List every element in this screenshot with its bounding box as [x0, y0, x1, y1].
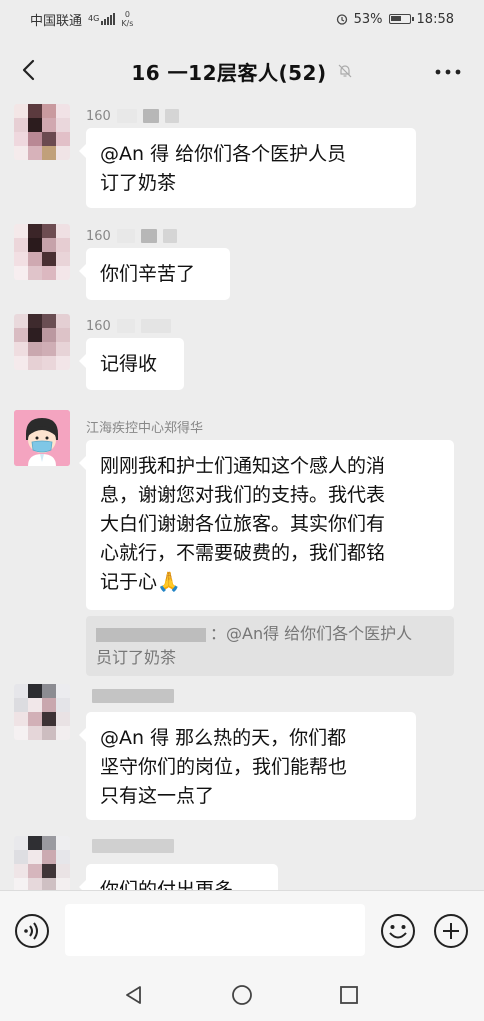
sender-name: 160 — [86, 106, 179, 126]
sender-name-text: 160 — [86, 228, 111, 244]
signal-icon — [101, 13, 116, 25]
sender-name: 160 — [86, 226, 177, 246]
sender-name — [86, 686, 174, 706]
message-bubble[interactable]: 你们辛苦了 — [79, 248, 230, 300]
status-right: 53% 18:58 — [336, 12, 454, 27]
message-bubble[interactable]: 你们的付出更多 — [79, 864, 278, 890]
message-bubble[interactable]: @An 得 给你们各个医护人员 订了奶茶 — [79, 128, 416, 208]
message-text-line: 你们的付出更多 — [100, 879, 234, 890]
message-text-line: @An 得 给你们各个医护人员 — [100, 143, 347, 165]
input-bar — [0, 890, 484, 970]
avatar[interactable] — [14, 836, 70, 890]
status-bar: 中国联通 4G 0 K/s 53% 18:58 — [0, 0, 484, 38]
sender-name-text: 160 — [86, 318, 111, 334]
message-list[interactable]: 160 @An 得 给你们各个医护人员 订了奶茶 160 你们辛苦了 160 记… — [0, 104, 484, 890]
more-options-icon[interactable] — [434, 68, 462, 76]
network-speed: 0 K/s — [121, 10, 133, 28]
message-bubble[interactable]: 记得收 — [79, 338, 184, 390]
sender-name: 江海疾控中心郑得华 — [86, 416, 203, 436]
message-text-line: 订了奶茶 — [100, 172, 177, 194]
quote-text-line: ：@An得 给你们各个医护人 — [210, 624, 413, 643]
voice-input-icon[interactable] — [14, 913, 50, 949]
battery-icon — [388, 14, 414, 24]
message-text-line: 大白们谢谢各位旅客。其实你们有 — [100, 513, 386, 535]
message-item: 江海疾控中心郑得华 刚刚我和护士们通知这个感人的消 息，谢谢您对我们的支持。我代… — [0, 410, 484, 680]
chat-title: 16 一12层客人(52) — [131, 60, 327, 85]
quote-sender-redacted — [96, 627, 206, 642]
quoted-message[interactable]: ：@An得 给你们各个医护人 员订了奶茶 — [86, 616, 454, 676]
quote-text-line: 员订了奶茶 — [96, 648, 177, 667]
message-text-line: 刚刚我和护士们通知这个感人的消 — [100, 455, 386, 477]
avatar[interactable] — [14, 410, 70, 466]
message-text-line: @An 得 那么热的天，你们都 — [100, 727, 347, 749]
message-bubble[interactable]: @An 得 那么热的天，你们都 坚守你们的岗位，我们能帮也 只有这一点了 — [79, 712, 416, 820]
nav-back-icon[interactable] — [122, 983, 146, 1007]
doctor-cartoon-icon — [14, 410, 70, 466]
carrier-label: 中国联通 — [30, 13, 83, 29]
system-nav-bar — [0, 970, 484, 1021]
sender-name: 160 — [86, 316, 171, 336]
emoji-icon[interactable] — [380, 913, 416, 949]
sender-name-text: 160 — [86, 108, 111, 124]
message-item: 160 记得收 — [0, 314, 484, 394]
back-arrow-icon[interactable] — [18, 58, 42, 82]
message-item: 160 @An 得 给你们各个医护人员 订了奶茶 — [0, 104, 484, 212]
sender-name-text: 江海疾控中心郑得华 — [86, 420, 204, 436]
message-item: 你们的付出更多 — [0, 836, 484, 890]
clock: 18:58 — [416, 11, 454, 27]
plus-icon[interactable] — [433, 913, 469, 949]
message-text-line: 你们辛苦了 — [100, 263, 196, 285]
mute-bell-icon — [338, 64, 352, 78]
message-input[interactable] — [65, 904, 365, 956]
message-item: 160 你们辛苦了 — [0, 224, 484, 304]
nav-recents-icon[interactable] — [337, 983, 361, 1007]
quote-line: ：@An得 给你们各个医护人 — [96, 622, 444, 646]
message-text-line: 息，谢谢您对我们的支持。我代表 — [100, 484, 386, 506]
network-speed-unit: K/s — [121, 19, 134, 28]
alarm-icon — [336, 14, 347, 25]
message-text-line: 记于心🙏 — [100, 571, 181, 593]
message-text-line: 记得收 — [100, 353, 158, 375]
nav-home-icon[interactable] — [230, 983, 254, 1007]
status-left: 中国联通 4G 0 K/s — [30, 10, 133, 29]
message-text-line: 坚守你们的岗位，我们能帮也 — [100, 756, 348, 778]
avatar[interactable] — [14, 314, 70, 370]
message-item: @An 得 那么热的天，你们都 坚守你们的岗位，我们能帮也 只有这一点了 — [0, 684, 484, 824]
avatar[interactable] — [14, 224, 70, 280]
avatar[interactable] — [14, 104, 70, 160]
sender-name — [86, 836, 174, 856]
message-text-line: 只有这一点了 — [100, 785, 215, 807]
avatar[interactable] — [14, 684, 70, 740]
message-bubble[interactable]: 刚刚我和护士们通知这个感人的消 息，谢谢您对我们的支持。我代表 大白们谢谢各位旅… — [79, 440, 454, 610]
battery-percent: 53% — [353, 11, 383, 27]
network-speed-value: 0 — [124, 10, 130, 19]
chat-header: 16 一12层客人(52) — [0, 38, 484, 104]
message-text-line: 心就行，不需要破费的，我们都铭 — [100, 542, 386, 564]
network-type: 4G — [88, 13, 100, 23]
